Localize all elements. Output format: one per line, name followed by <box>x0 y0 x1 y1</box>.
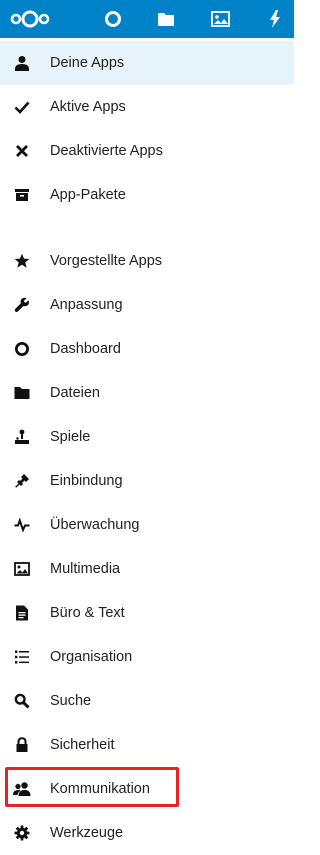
nav-item-buero-text[interactable]: Büro & Text <box>0 591 294 635</box>
nav-item-dashboard[interactable]: Dashboard <box>0 327 294 371</box>
folder-icon <box>13 384 31 402</box>
nav-item-multimedia[interactable]: Multimedia <box>0 547 294 591</box>
nav-item-organisation[interactable]: Organisation <box>0 635 294 679</box>
users-icon <box>13 780 31 798</box>
nav-item-label: Dateien <box>50 385 100 401</box>
nav-item-suche[interactable]: Suche <box>0 679 294 723</box>
nav-item-einbindung[interactable]: Einbindung <box>0 459 294 503</box>
nav-item-label: Suche <box>50 693 92 709</box>
nav-item-label: Sicherheit <box>50 737 115 753</box>
nav-item-ueberwachung[interactable]: Überwachung <box>0 503 294 547</box>
nav-item-spiele[interactable]: Spiele <box>0 415 294 459</box>
nav-item-label: Anpassung <box>50 297 123 313</box>
dashboard-app-circle-icon[interactable] <box>101 0 125 38</box>
nav-item-label: Einbindung <box>50 473 123 489</box>
joystick-icon <box>13 428 31 446</box>
nav-item-label: App-Pakete <box>50 187 126 203</box>
nav-item-label: Organisation <box>50 649 133 665</box>
nav-item-label: Werkzeuge <box>50 825 124 841</box>
files-app-folder-icon[interactable] <box>154 0 178 38</box>
circle-icon <box>13 340 31 358</box>
check-icon <box>13 98 31 116</box>
nav-item-label: Spiele <box>50 429 91 445</box>
nav-item-aktive-apps[interactable]: Aktive Apps <box>0 85 294 129</box>
lock-icon <box>13 736 31 754</box>
nav-item-label: Aktive Apps <box>50 99 126 115</box>
nav-item-dateien[interactable]: Dateien <box>0 371 294 415</box>
nextcloud-logo[interactable] <box>10 0 50 38</box>
nav-item-label: Deine Apps <box>50 55 125 71</box>
nav-item-label: Kommunikation <box>50 781 150 797</box>
top-header <box>0 0 294 38</box>
nav-item-label: Überwachung <box>50 517 140 533</box>
list-icon <box>13 648 31 666</box>
nav-item-label: Dashboard <box>50 341 121 357</box>
archive-icon <box>13 186 31 204</box>
nav-item-sicherheit[interactable]: Sicherheit <box>0 723 294 767</box>
nav-item-kommunikation[interactable]: Kommunikation <box>0 767 294 811</box>
nav-item-deaktivierte-apps[interactable]: Deaktivierte Apps <box>0 129 294 173</box>
plug-icon <box>13 472 31 490</box>
nav-item-label: Vorgestellte Apps <box>50 253 163 269</box>
nav-item-deine-apps[interactable]: Deine Apps <box>0 41 294 85</box>
pulse-icon <box>13 516 31 534</box>
nav-item-label: Multimedia <box>50 561 121 577</box>
wrench-icon <box>13 296 31 314</box>
nav-item-label: Büro & Text <box>50 605 125 621</box>
image-icon <box>13 560 31 578</box>
nav-item-vorgestellte-apps[interactable]: Vorgestellte Apps <box>0 239 294 283</box>
search-icon <box>13 692 31 710</box>
photos-app-image-icon[interactable] <box>208 0 232 38</box>
close-icon <box>13 142 31 160</box>
star-icon <box>13 252 31 270</box>
nav-item-werkzeuge[interactable]: Werkzeuge <box>0 811 294 855</box>
user-icon <box>13 54 31 72</box>
gear-icon <box>13 824 31 842</box>
nav-item-label: Deaktivierte Apps <box>50 143 163 159</box>
activity-app-lightning-icon[interactable] <box>264 0 286 38</box>
document-icon <box>13 604 31 622</box>
nav-item-app-pakete[interactable]: App-Pakete <box>0 173 294 217</box>
nav-item-anpassung[interactable]: Anpassung <box>0 283 294 327</box>
